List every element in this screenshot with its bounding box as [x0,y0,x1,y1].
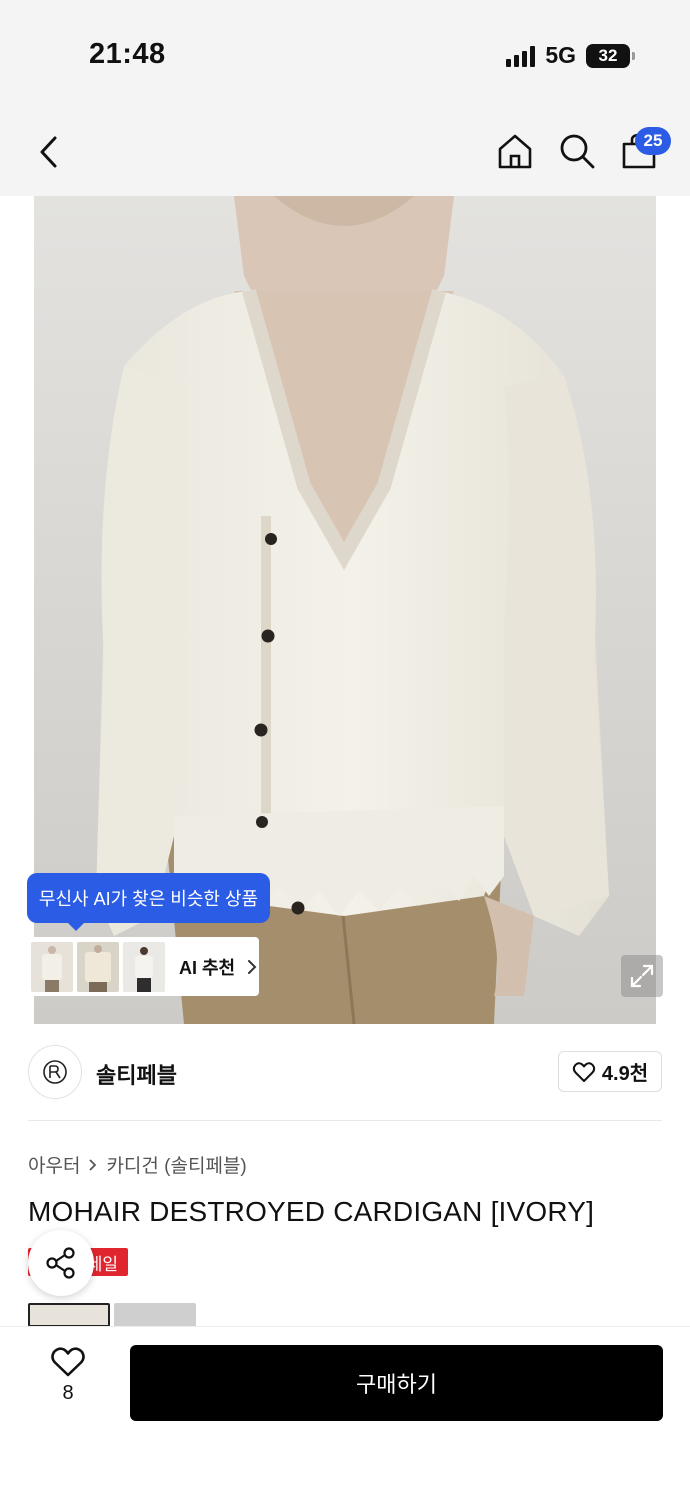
breadcrumb-category[interactable]: 아우터 [28,1151,80,1178]
status-time: 21:48 [89,38,166,70]
network-label: 5G [545,42,576,68]
search-icon [560,134,595,169]
back-button[interactable] [30,130,66,174]
product-title: MOHAIR DESTROYED CARDIGAN [IVORY] [28,1196,595,1227]
ai-recommend-card[interactable]: AI 추천 [27,937,259,996]
heart-icon [572,1061,596,1082]
chevron-left-icon [40,136,57,168]
brand-name[interactable]: 솔티페블 [96,1058,177,1090]
status-indicators: 5G 32 [506,42,635,69]
share-icon [46,1247,75,1279]
home-icon [498,134,532,169]
color-variant-2[interactable] [114,1303,196,1327]
wishlist-button[interactable]: 8 [40,1346,96,1418]
home-button[interactable] [494,130,536,172]
brand-logo-icon [43,1060,67,1084]
ai-recommend-tooltip: 무신사 AI가 찾은 비슷한 상품 [27,873,270,931]
color-variant-ivory[interactable] [28,1303,110,1327]
wishlist-count: 8 [62,1382,74,1404]
signal-icon [506,45,536,67]
ai-thumbnail-3 [123,941,165,992]
buy-button[interactable]: 구매하기 [130,1345,663,1421]
brand-like-count: 4.9천 [601,1063,649,1085]
chevron-right-icon [247,959,257,975]
chevron-right-icon [89,1158,97,1171]
brand-like-button[interactable]: 4.9천 [558,1051,662,1092]
battery-icon: 32 [586,43,635,68]
expand-icon [630,964,654,988]
ai-recommend-label: AI 추천 [179,957,236,978]
expand-image-button[interactable] [621,955,663,997]
ai-thumbnail-1 [31,941,73,992]
search-button[interactable] [556,130,598,172]
divider [28,1120,662,1121]
brand-logo[interactable] [28,1045,82,1099]
breadcrumb: 아우터 카디건 (솔티페블) [28,1151,247,1178]
cart-count-badge: 25 [635,127,671,155]
ai-thumbnail-2 [77,941,119,992]
share-button[interactable] [28,1230,94,1296]
breadcrumb-subcategory[interactable]: 카디건 (솔티페블) [106,1151,246,1178]
heart-icon [51,1347,85,1377]
